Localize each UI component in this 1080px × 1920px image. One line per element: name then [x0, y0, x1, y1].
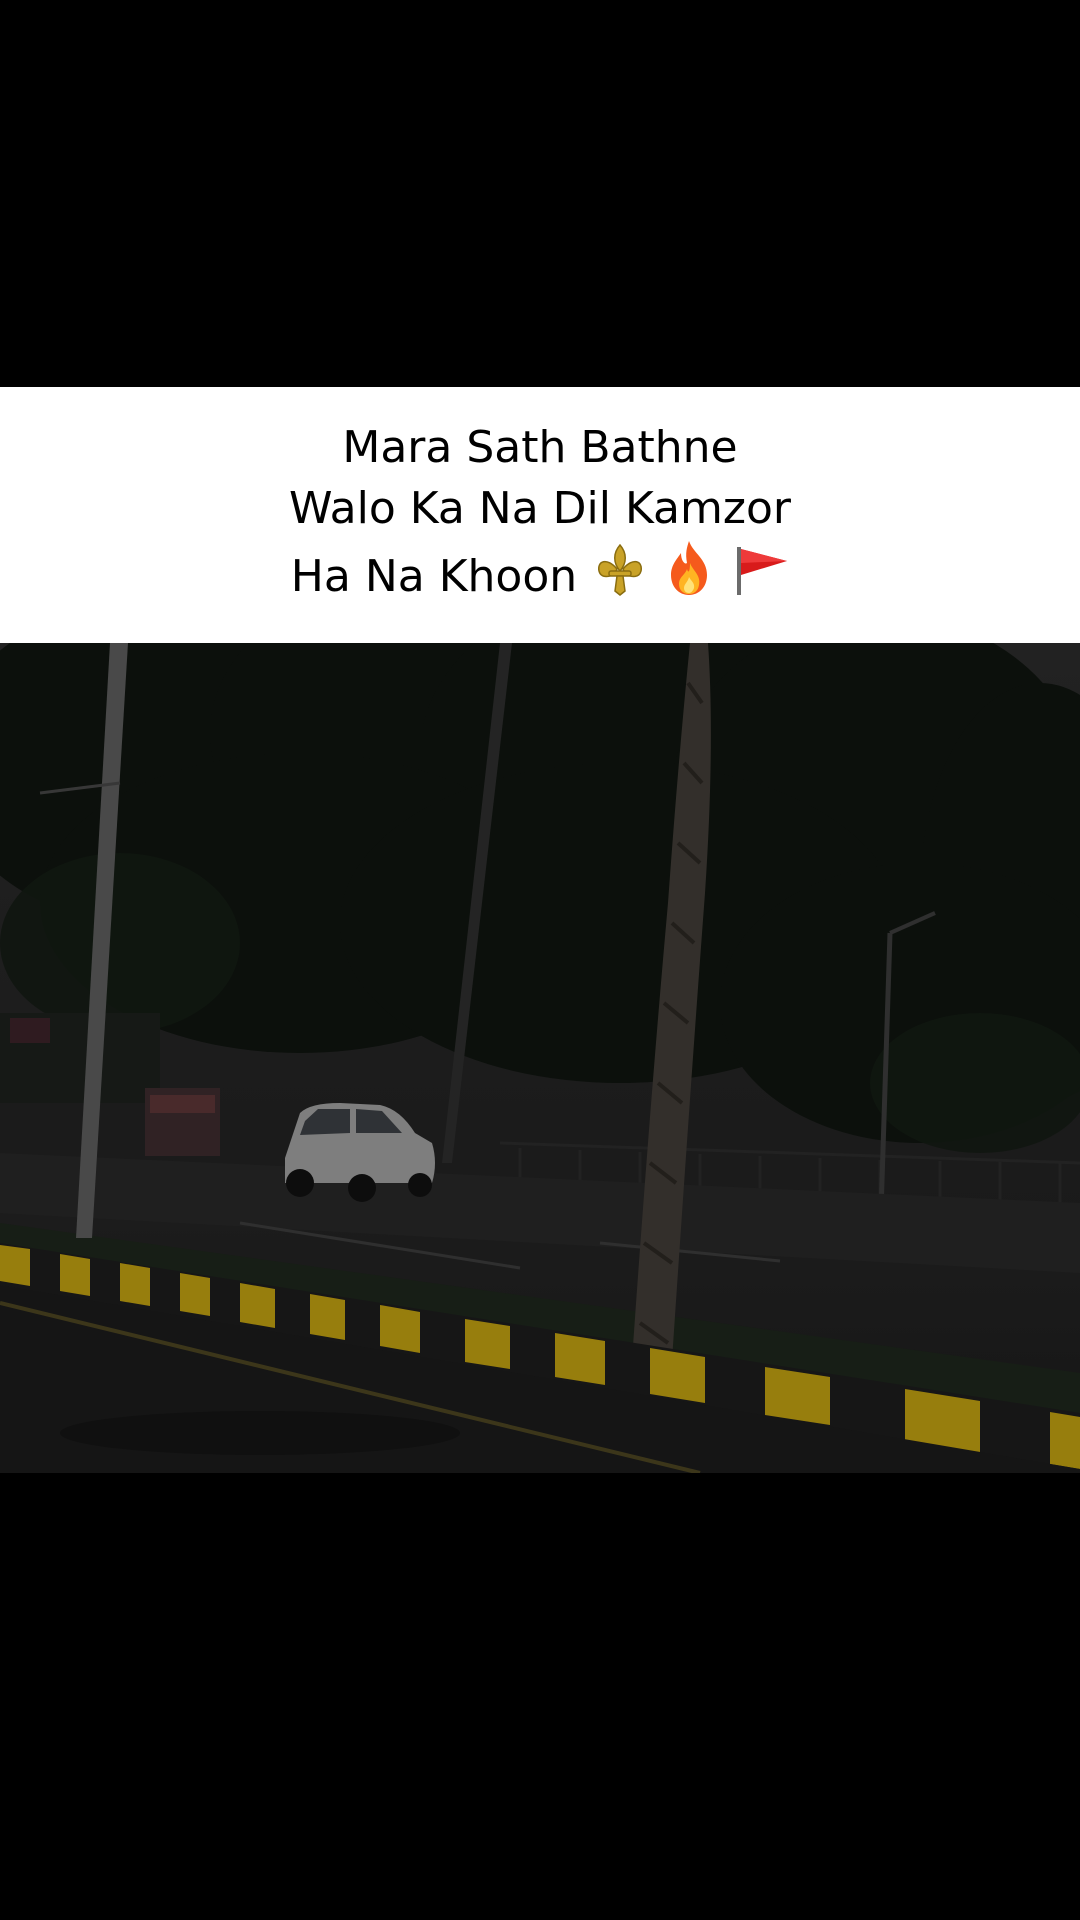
caption-line-2: Walo Ka Na Dil Kamzor: [288, 483, 791, 534]
fleur-de-lis-icon: [595, 543, 645, 613]
street-photo: [0, 643, 1080, 1473]
caption-line-1: Mara Sath Bathne: [342, 422, 738, 473]
caption-line-3-text: Ha Na Khoon: [290, 551, 578, 602]
caption-text: Mara Sath Bathne Walo Ka Na Dil Kamzor H…: [289, 417, 791, 613]
red-flag-icon: [733, 543, 789, 613]
fire-icon: [663, 539, 715, 613]
caption-line-3: Ha Na Khoon: [289, 539, 791, 613]
video-frame: Mara Sath Bathne Walo Ka Na Dil Kamzor H…: [0, 0, 1080, 1920]
street-scene: [0, 643, 1080, 1473]
caption-card: Mara Sath Bathne Walo Ka Na Dil Kamzor H…: [0, 387, 1080, 643]
